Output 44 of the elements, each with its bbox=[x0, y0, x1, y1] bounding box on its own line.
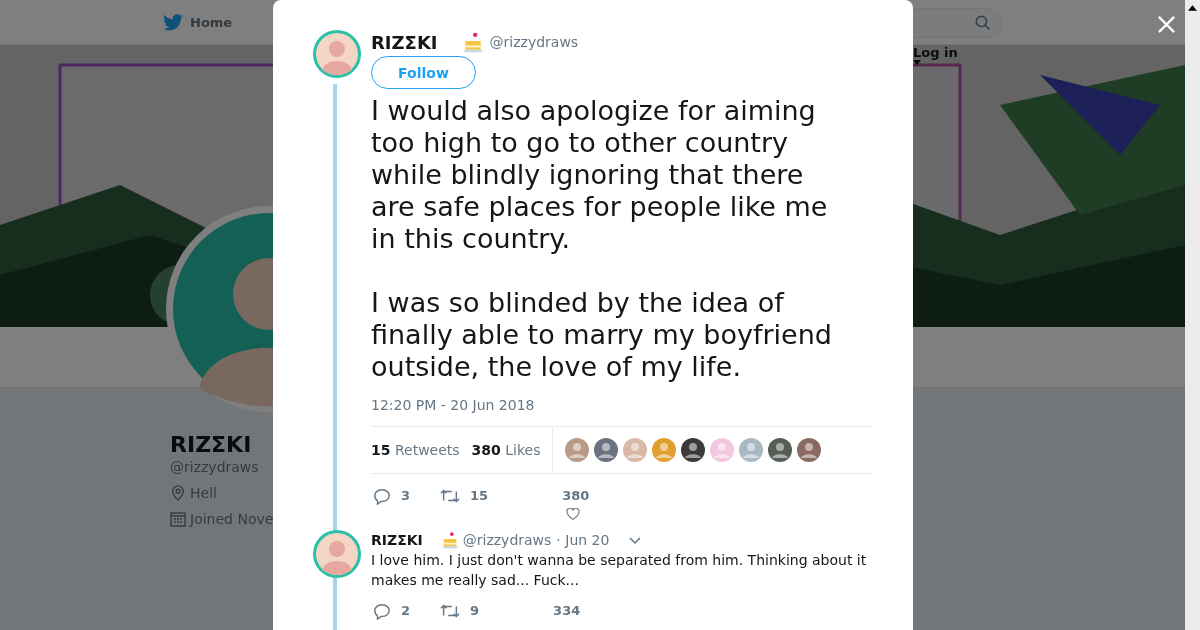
reply-text: I love him. I just don't wanna be separated from him. Thinking about it makes me really sad... Fuck... bbox=[371, 551, 868, 590]
profile-joined-date: Joined Nove bbox=[190, 511, 274, 527]
cake-icon bbox=[440, 531, 459, 549]
retweet-icon[interactable] bbox=[440, 488, 461, 504]
likes-count[interactable]: 380 Likes bbox=[471, 442, 541, 458]
reply-icon[interactable] bbox=[373, 602, 391, 620]
like-count: 380 bbox=[562, 487, 590, 505]
retweet-count: 9 bbox=[470, 602, 480, 620]
profile-handle: @rizzydraws bbox=[170, 459, 260, 475]
retweet-count: 15 bbox=[470, 487, 489, 505]
author-handle[interactable]: @rizzydraws bbox=[462, 532, 552, 548]
bird-icon[interactable] bbox=[163, 13, 183, 31]
author-name[interactable]: RIZΣKI bbox=[371, 31, 438, 53]
reply-count: 3 bbox=[401, 487, 411, 505]
reply-count: 2 bbox=[401, 602, 411, 620]
location-icon bbox=[170, 485, 186, 501]
tweet-timestamp[interactable]: 12:20 PM - 20 Jun 2018 bbox=[371, 397, 873, 413]
reply-date[interactable]: · Jun 20 bbox=[556, 532, 610, 548]
home-link[interactable]: Home bbox=[190, 14, 233, 30]
author-name[interactable]: RIZΣKI bbox=[371, 532, 423, 548]
tweet-text: I was so blinded by the idea of finally able to marry my boyfriend outside, the love of my life. bbox=[371, 287, 833, 383]
avatar-icon[interactable] bbox=[680, 438, 705, 462]
calendar-icon bbox=[170, 511, 186, 527]
login-menu[interactable]: Log in bbox=[913, 45, 958, 65]
author-handle[interactable]: @rizzydraws bbox=[489, 34, 579, 50]
reply-icon[interactable] bbox=[373, 487, 391, 505]
profile-name: RIZΣKI bbox=[170, 432, 252, 457]
avatar-icon[interactable] bbox=[767, 438, 792, 462]
chevron-down-icon[interactable] bbox=[629, 536, 642, 544]
close-icon[interactable] bbox=[1157, 15, 1176, 34]
search-icon[interactable] bbox=[975, 15, 991, 31]
cake-icon bbox=[461, 31, 484, 53]
like-count: 334 bbox=[553, 602, 581, 620]
tweet-text: I would also apologize for aiming too high to go to other country while blindly ignoring that there are safe places for people like me in this country. bbox=[371, 95, 829, 255]
heart-icon[interactable] bbox=[566, 508, 581, 520]
retweet-icon[interactable] bbox=[440, 603, 461, 619]
scroll-up-icon[interactable] bbox=[1188, 5, 1197, 11]
scrollbar[interactable] bbox=[1185, 0, 1200, 630]
profile-location: Hell bbox=[190, 485, 217, 501]
avatar-icon[interactable] bbox=[593, 438, 618, 462]
follow-button[interactable]: Follow bbox=[371, 56, 476, 89]
avatar-icon[interactable] bbox=[796, 438, 821, 462]
caret-icon[interactable] bbox=[913, 60, 921, 65]
retweets-count[interactable]: 15 Retweets bbox=[371, 442, 460, 458]
